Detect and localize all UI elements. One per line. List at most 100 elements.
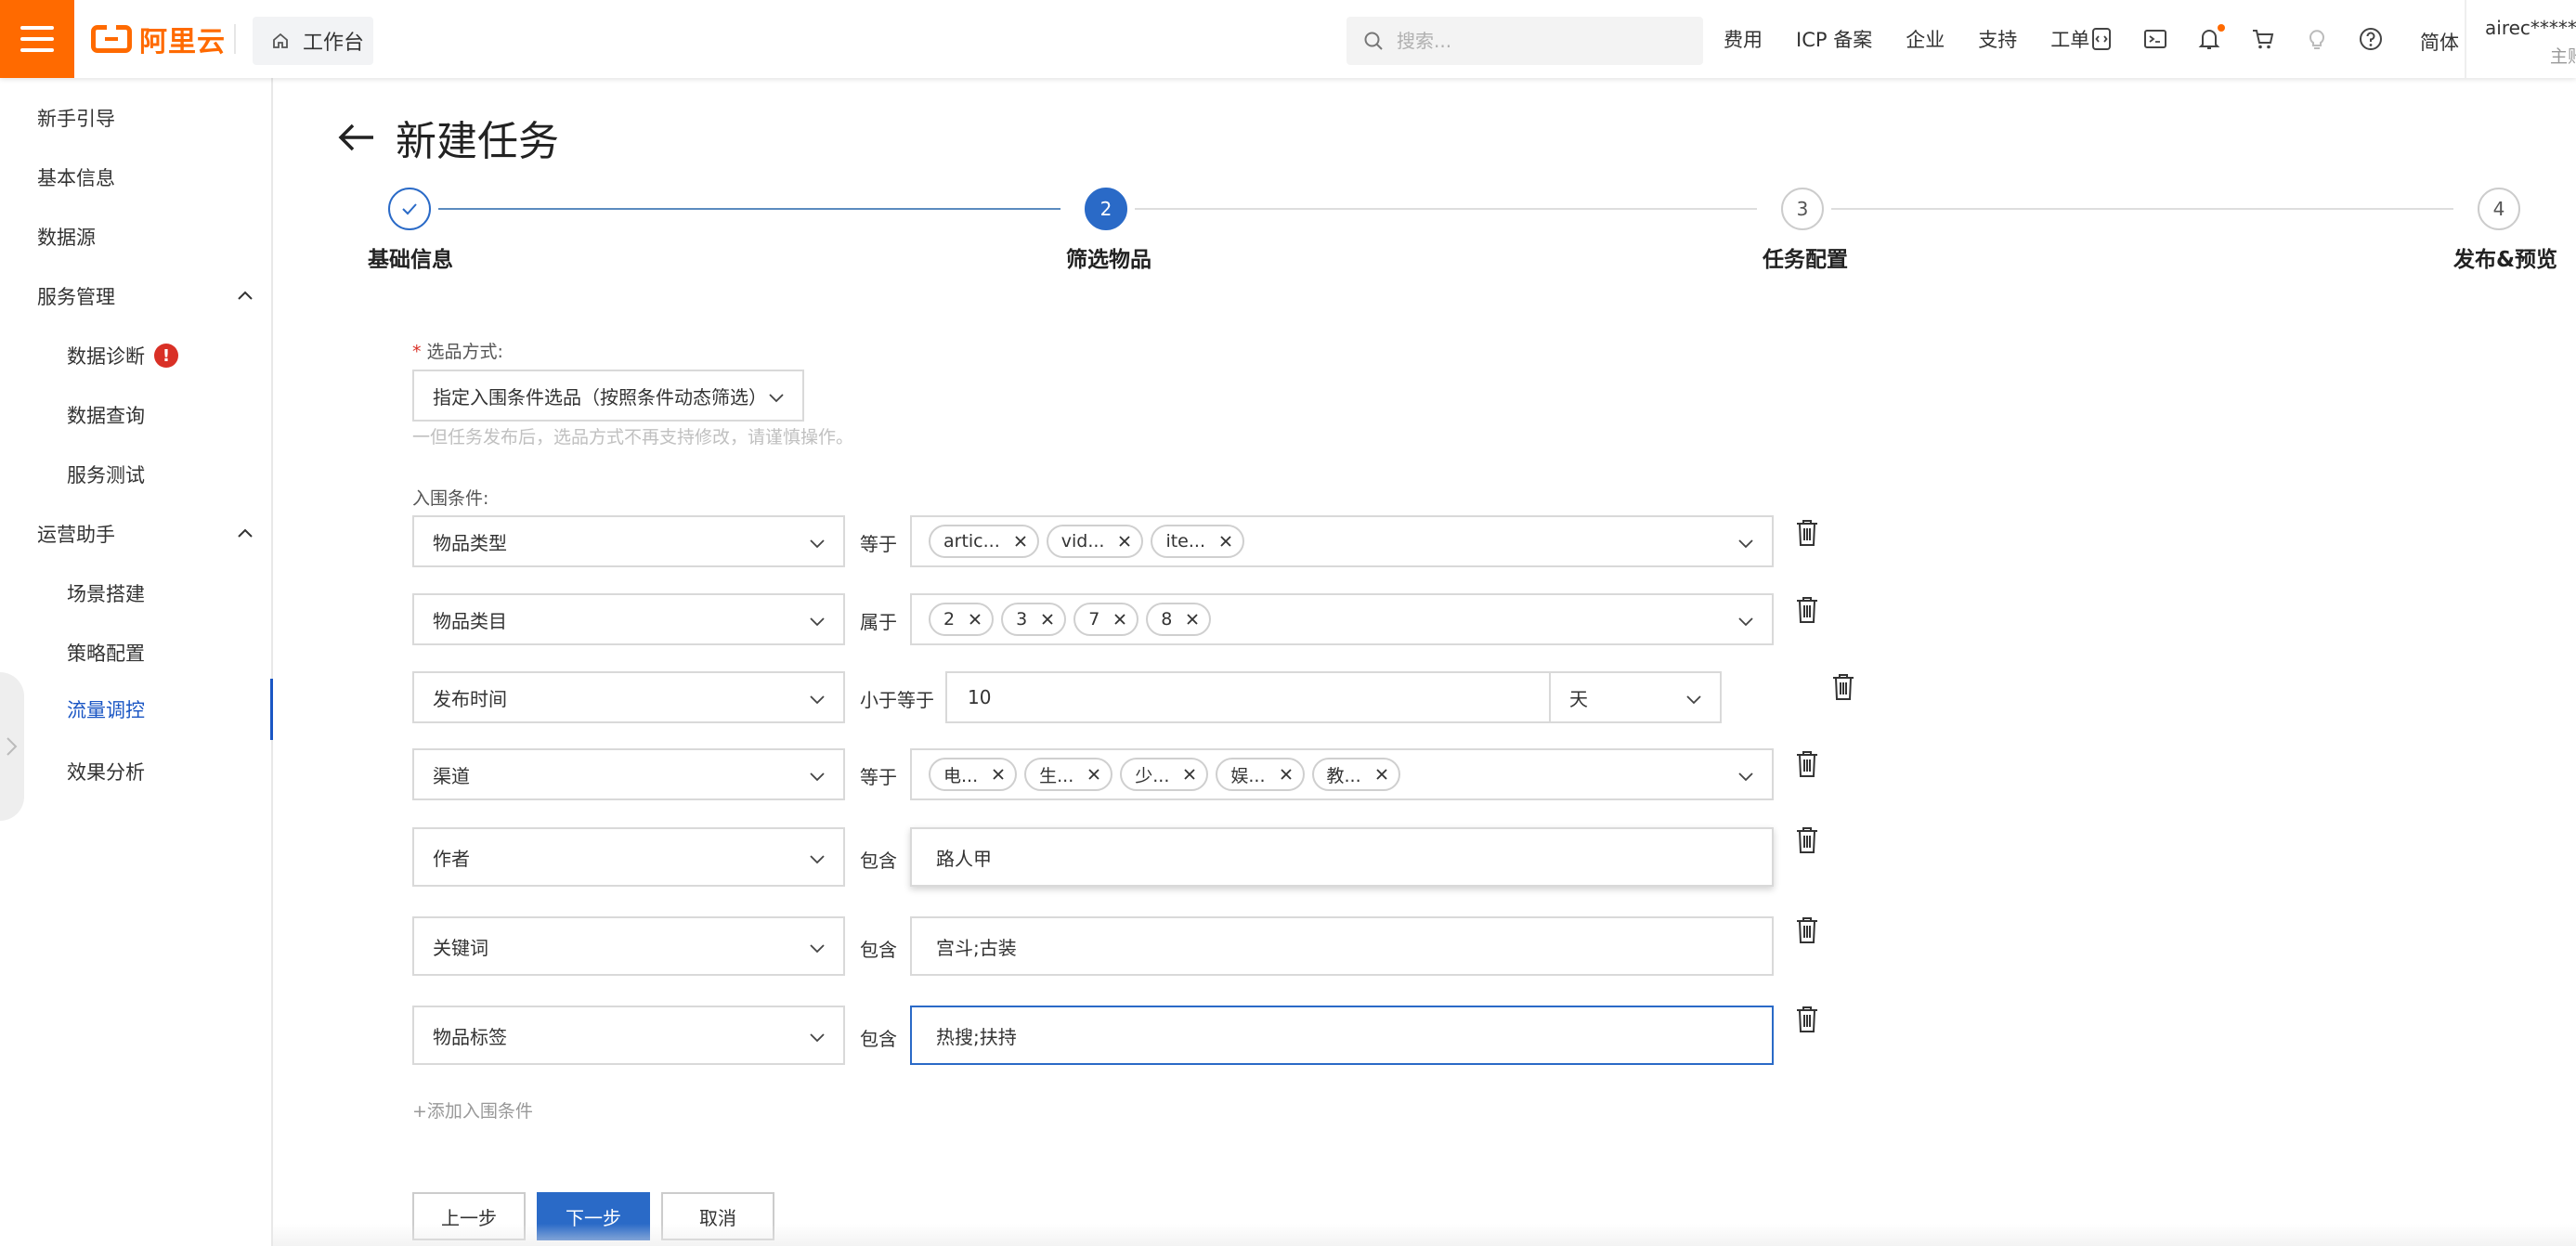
sidebar-item-strategy-config[interactable]: 策略配置 <box>0 627 271 679</box>
code-icon[interactable] <box>2089 27 2114 51</box>
close-icon[interactable] <box>1279 767 1294 782</box>
condition-field-select[interactable]: 渠道 <box>412 748 845 800</box>
days-number-value: 10 <box>968 686 992 708</box>
condition-field-value: 物品类目 <box>433 609 507 632</box>
condition-tag-select[interactable]: artic... vid... ite... <box>910 515 1774 567</box>
close-icon[interactable] <box>1117 534 1132 549</box>
sidebar-collapse-handle[interactable] <box>0 672 24 821</box>
condition-field-select[interactable]: 物品标签 <box>412 1006 845 1065</box>
sidebar-item-label: 数据查询 <box>67 405 145 427</box>
condition-tag-select[interactable]: 2 3 7 8 <box>910 593 1774 645</box>
chevron-up-icon <box>238 528 253 538</box>
required-mark: * <box>412 342 422 362</box>
close-icon[interactable] <box>1086 767 1101 782</box>
tag-label: 电... <box>943 765 979 786</box>
sidebar-item-data-diagnosis[interactable]: 数据诊断 ! <box>0 330 271 382</box>
close-icon[interactable] <box>1218 534 1233 549</box>
keywords-input-value: 宫斗;古装 <box>936 936 1017 959</box>
sidebar-group-service-management[interactable]: 服务管理 <box>0 270 271 322</box>
condition-field-select[interactable]: 作者 <box>412 827 845 887</box>
condition-field-select[interactable]: 关键词 <box>412 916 845 976</box>
author-input[interactable]: 路人甲 <box>910 827 1774 887</box>
aliyun-logo-icon <box>91 25 132 53</box>
cancel-button[interactable]: 取消 <box>661 1192 774 1240</box>
top-icon-group <box>2089 0 2413 78</box>
sidebar-item-service-test[interactable]: 服务测试 <box>0 448 271 500</box>
sidebar-item-onboarding[interactable]: 新手引导 <box>0 92 271 144</box>
keywords-input[interactable]: 宫斗;古装 <box>910 916 1774 976</box>
condition-field-select[interactable]: 发布时间 <box>412 671 845 723</box>
sidebar-item-traffic-control[interactable]: 流量调控 <box>0 679 273 740</box>
selection-method-value: 指定入围条件选品（按照条件动态筛选） <box>433 385 767 409</box>
top-link-support[interactable]: 支持 <box>1978 25 2017 53</box>
home-icon <box>273 32 288 48</box>
bell-icon[interactable] <box>2197 24 2225 51</box>
delete-condition-trash-icon[interactable] <box>1794 518 1820 548</box>
brand-logo[interactable]: 阿里云 <box>91 22 226 58</box>
time-unit-select[interactable]: 天 <box>1549 671 1722 723</box>
tag-label: artic... <box>943 531 1000 552</box>
conditions-label: 入围条件: <box>412 488 489 509</box>
lightbulb-icon[interactable] <box>2305 27 2329 51</box>
tag-label: 生... <box>1039 765 1074 786</box>
prev-step-button[interactable]: 上一步 <box>412 1192 526 1240</box>
item-tags-input-value: 热搜;扶持 <box>936 1025 1017 1048</box>
delete-condition-trash-icon[interactable] <box>1794 825 1820 855</box>
condition-operator: 等于 <box>860 533 897 555</box>
delete-condition-trash-icon[interactable] <box>1794 749 1820 779</box>
condition-field-select[interactable]: 物品类型 <box>412 515 845 567</box>
top-link-icp[interactable]: ICP 备案 <box>1796 25 1872 53</box>
close-icon[interactable] <box>991 767 1006 782</box>
search-input[interactable] <box>1397 30 1675 52</box>
step-connector <box>1831 208 2453 210</box>
brand-name: 阿里云 <box>139 26 226 58</box>
tag-label: 娱... <box>1230 765 1266 786</box>
notification-dot <box>2218 24 2225 32</box>
hamburger-menu-button[interactable] <box>0 0 74 78</box>
close-icon[interactable] <box>1112 612 1127 627</box>
item-tags-input[interactable]: 热搜;扶持 <box>910 1006 1774 1065</box>
next-step-button[interactable]: 下一步 <box>537 1192 650 1240</box>
condition-field-select[interactable]: 物品类目 <box>412 593 845 645</box>
delete-condition-trash-icon[interactable] <box>1794 1005 1820 1034</box>
close-icon[interactable] <box>1013 534 1028 549</box>
workbench-button[interactable]: 工作台 <box>253 17 373 65</box>
sidebar-item-label: 流量调控 <box>67 699 145 721</box>
close-icon[interactable] <box>968 612 982 627</box>
sidebar-group-operations-assistant[interactable]: 运营助手 <box>0 508 271 560</box>
sidebar-item-effect-analysis[interactable]: 效果分析 <box>0 746 271 798</box>
sidebar-item-data-query[interactable]: 数据查询 <box>0 389 271 441</box>
days-number-input[interactable]: 10 <box>945 671 1551 723</box>
back-arrow-icon[interactable] <box>336 117 377 158</box>
value-tag: 7 <box>1073 603 1139 636</box>
delete-condition-trash-icon[interactable] <box>1794 915 1820 945</box>
condition-tag-select[interactable]: 电... 生... 少... 娱... 教... <box>910 748 1774 800</box>
sidebar-item-basic-info[interactable]: 基本信息 <box>0 151 271 203</box>
sidebar: 新手引导 基本信息 数据源 服务管理 数据诊断 ! 数据查询 服务测试 运营助手… <box>0 78 273 1246</box>
delete-condition-trash-icon[interactable] <box>1830 672 1856 702</box>
top-link-enterprise[interactable]: 企业 <box>1906 25 1945 53</box>
add-condition-link[interactable]: +添加入围条件 <box>412 1097 533 1123</box>
delete-condition-trash-icon[interactable] <box>1794 595 1820 625</box>
tag-label: vid... <box>1060 531 1105 552</box>
top-link-billing[interactable]: 费用 <box>1724 25 1763 53</box>
close-icon[interactable] <box>1374 767 1389 782</box>
chevron-down-icon <box>1738 539 1753 549</box>
terminal-icon[interactable] <box>2143 27 2167 51</box>
user-role: 主账 <box>2550 46 2576 67</box>
close-icon[interactable] <box>1185 612 1200 627</box>
selection-method-select[interactable]: 指定入围条件选品（按照条件动态筛选） <box>412 370 804 422</box>
close-icon[interactable] <box>1040 612 1055 627</box>
page-header: 新建任务 <box>336 108 559 167</box>
top-link-ticket[interactable]: 工单 <box>2050 25 2089 53</box>
tag-label: 7 <box>1088 609 1100 629</box>
condition-field-value: 物品类型 <box>433 531 507 554</box>
cart-icon[interactable] <box>2251 27 2275 51</box>
search-box[interactable] <box>1347 17 1703 65</box>
language-switch[interactable]: 简体 <box>2420 28 2459 56</box>
close-icon[interactable] <box>1182 767 1197 782</box>
user-account[interactable]: airec*****@ 主账 <box>2465 0 2576 78</box>
help-icon[interactable] <box>2359 27 2383 51</box>
sidebar-item-data-source[interactable]: 数据源 <box>0 211 271 263</box>
sidebar-item-scene-building[interactable]: 场景搭建 <box>0 567 271 619</box>
